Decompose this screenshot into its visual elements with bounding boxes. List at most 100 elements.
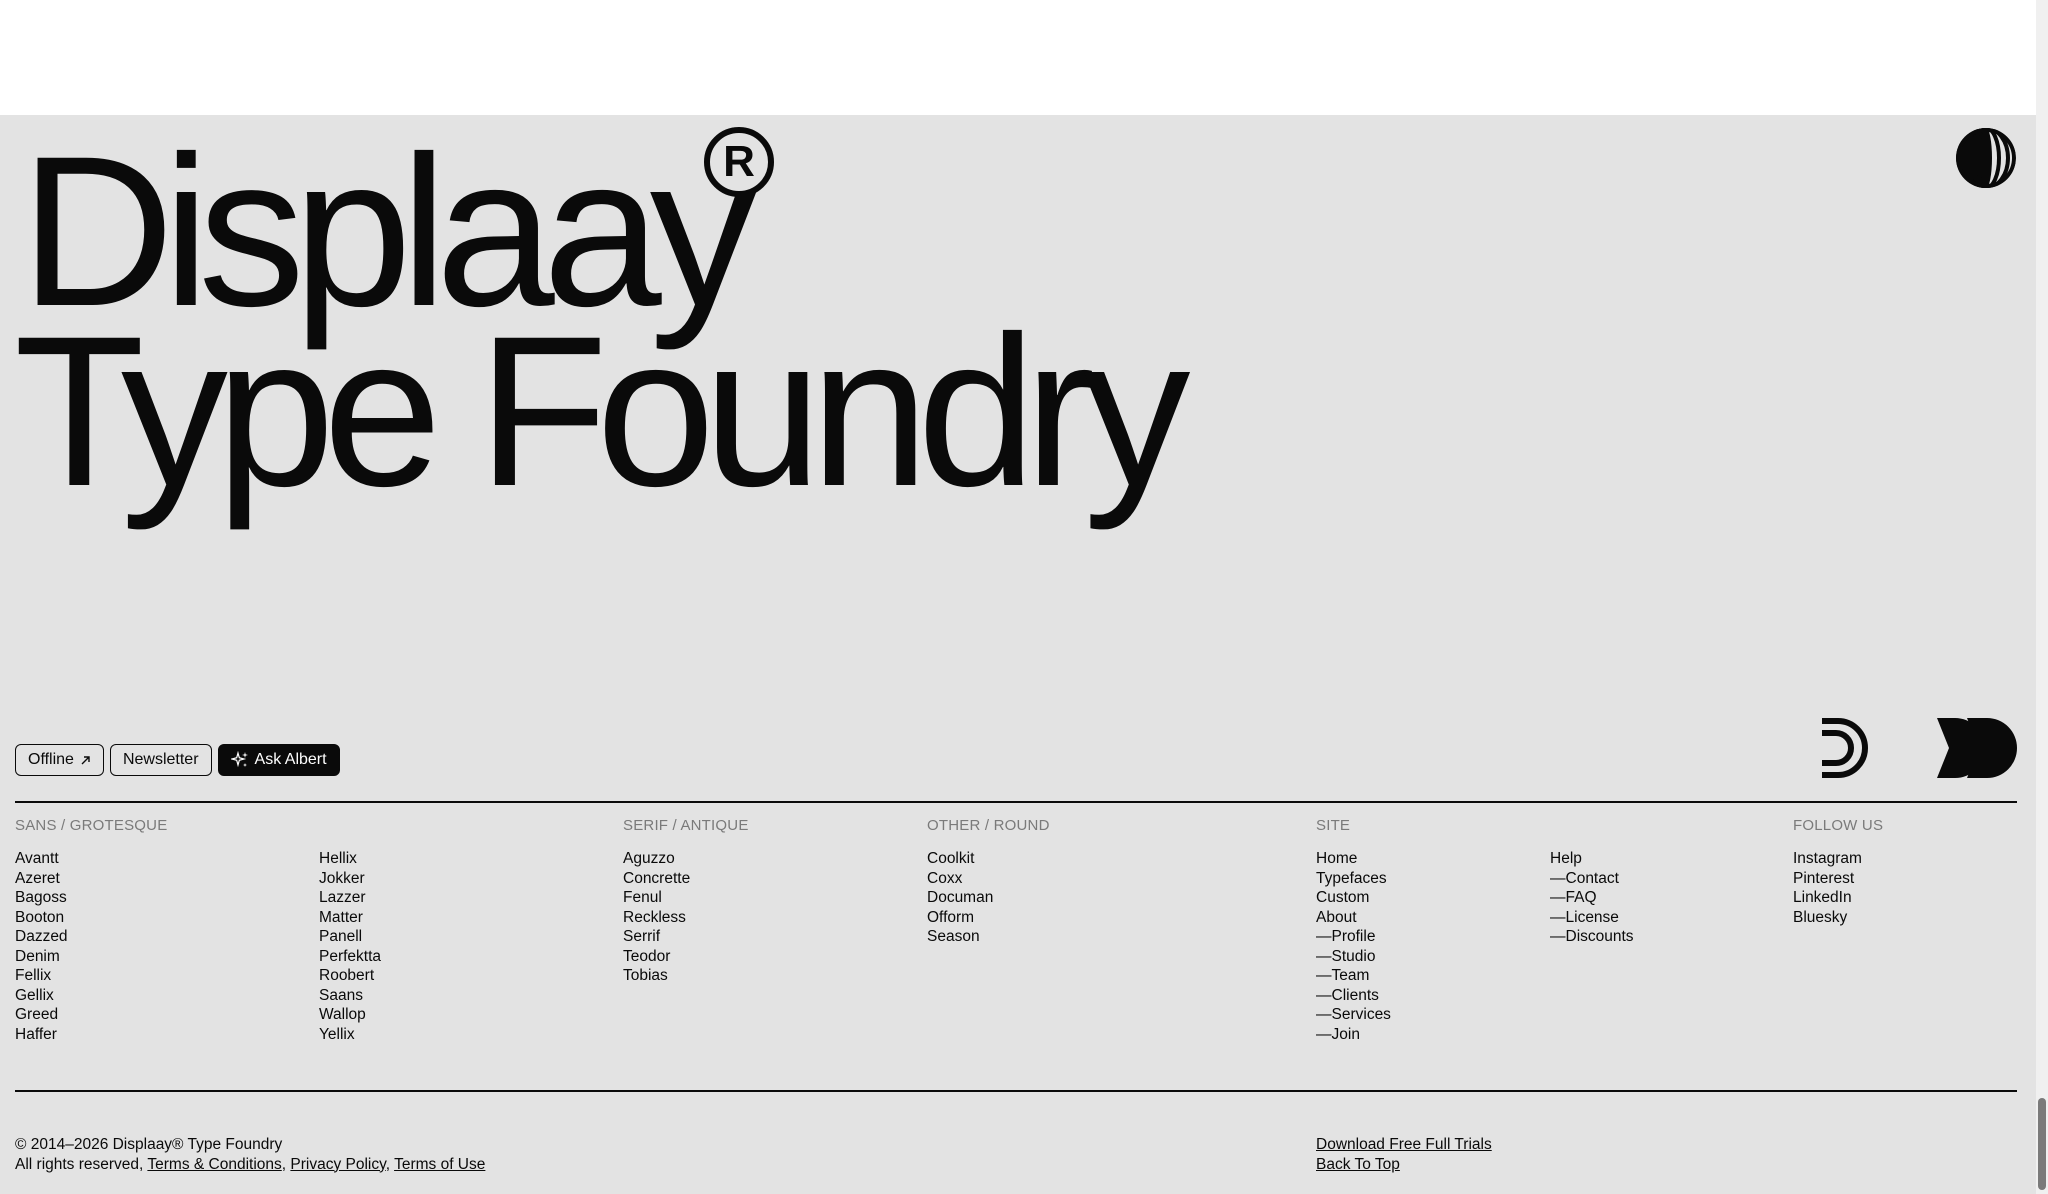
sans-link[interactable]: Dazzed xyxy=(15,927,167,947)
sans-link[interactable]: Gellix xyxy=(15,986,167,1006)
download-trials-link[interactable]: Download Free Full Trials xyxy=(1316,1136,1492,1153)
sans-link[interactable]: Booton xyxy=(15,908,167,928)
site-list-b: Help —Contact —FAQ —License —Discounts xyxy=(1550,849,1634,947)
follow-link[interactable]: Instagram xyxy=(1793,849,1883,869)
other-column: OTHER / ROUND Coolkit Coxx Documan Ofform Se… xyxy=(927,817,1050,963)
serif-link[interactable]: Aguzzo xyxy=(623,849,749,869)
site-link[interactable]: —License xyxy=(1550,908,1634,928)
follow-heading: FOLLOW US xyxy=(1793,817,1884,834)
sans-link[interactable]: Denim xyxy=(15,947,167,967)
site-link[interactable]: —Contact xyxy=(1550,869,1634,889)
follow-link[interactable]: Bluesky xyxy=(1793,908,1883,928)
serif-link[interactable]: Teodor xyxy=(623,947,749,967)
sans-link[interactable]: Wallop xyxy=(319,1005,381,1025)
site-link[interactable]: About xyxy=(1316,908,1391,928)
footer-button-row: Offline Newsletter Ask Albert xyxy=(15,744,340,776)
serif-link[interactable]: Reckless xyxy=(623,908,749,928)
utility-links: Download Free Full Trials Back To Top xyxy=(1316,1135,1492,1174)
serif-column: SERIF / ANTIQUE Aguzzo Concrette Fenul Reck… xyxy=(623,817,749,1002)
displaay-double-d-mark-icon xyxy=(1937,718,2017,778)
rights-text: All rights reserved, xyxy=(15,1155,144,1173)
sans-link[interactable]: Matter xyxy=(319,908,381,928)
newsletter-button-label: Newsletter xyxy=(122,751,199,768)
displaay-circle-logo-icon[interactable] xyxy=(1956,128,2016,188)
other-link[interactable]: Coolkit xyxy=(927,849,1050,869)
offline-button[interactable]: Offline xyxy=(15,744,104,776)
serif-link[interactable]: Fenul xyxy=(623,888,749,908)
sans-link[interactable]: Perfektta xyxy=(319,947,381,967)
legal-links-line: All rights reserved, Terms & Conditions,… xyxy=(15,1155,486,1173)
site-link[interactable]: Typefaces xyxy=(1316,869,1391,889)
sans-link[interactable]: Fellix xyxy=(15,966,167,986)
follow-link[interactable]: LinkedIn xyxy=(1793,888,1883,908)
sans-list-b: Hellix Jokker Lazzer Matter Panell Perfektta R… xyxy=(319,849,381,1044)
newsletter-button[interactable]: Newsletter xyxy=(109,744,212,776)
sans-link[interactable]: Avantt xyxy=(15,849,167,869)
site-column: SITE Home Typefaces Custom About —Profile —St… xyxy=(1316,817,1391,1060)
sans-link[interactable]: Greed xyxy=(15,1005,167,1025)
terms-of-use-link[interactable]: Terms of Use xyxy=(394,1156,485,1173)
terms-conditions-link[interactable]: Terms & Conditions xyxy=(147,1156,281,1173)
site-link[interactable]: —Clients xyxy=(1316,986,1391,1006)
sparkle-icon xyxy=(230,751,248,768)
other-link[interactable]: Ofform xyxy=(927,908,1050,928)
displaay-d-mark-icon xyxy=(1822,718,1868,778)
footer-divider-bottom xyxy=(15,1090,2017,1092)
serif-link[interactable]: Tobias xyxy=(623,966,749,986)
sans-link[interactable]: Lazzer xyxy=(319,888,381,908)
site-link[interactable]: Custom xyxy=(1316,888,1391,908)
page-scrollbar[interactable] xyxy=(2036,0,2048,1194)
back-to-top-link[interactable]: Back To Top xyxy=(1316,1156,1400,1173)
sans-link[interactable]: Yellix xyxy=(319,1025,381,1045)
site-link[interactable]: Help xyxy=(1550,849,1634,869)
sans-column-2: Hellix Jokker Lazzer Matter Panell Perfektta R… xyxy=(319,817,381,1060)
site-footer: Displaay R Type Foundry Offline Newslett… xyxy=(0,115,2036,1194)
serif-list: Aguzzo Concrette Fenul Reckless Serrif Teodor… xyxy=(623,849,749,986)
sans-link[interactable]: Hellix xyxy=(319,849,381,869)
registered-mark-icon: R xyxy=(704,127,774,197)
other-link[interactable]: Documan xyxy=(927,888,1050,908)
site-list-a: Home Typefaces Custom About —Profile —Studio —… xyxy=(1316,849,1391,1044)
sans-column: SANS / GROTESQUE Avantt Azeret Bagoss Booto… xyxy=(15,817,167,1060)
sans-link[interactable]: Jokker xyxy=(319,869,381,889)
serif-link[interactable]: Serrif xyxy=(623,927,749,947)
other-link[interactable]: Coxx xyxy=(927,869,1050,889)
follow-link[interactable]: Pinterest xyxy=(1793,869,1883,889)
other-list: Coolkit Coxx Documan Ofform Season xyxy=(927,849,1050,947)
sans-link[interactable]: Roobert xyxy=(319,966,381,986)
offline-button-label: Offline xyxy=(28,751,74,768)
scrollbar-thumb[interactable] xyxy=(2038,1098,2046,1190)
site-heading: SITE xyxy=(1316,817,1351,834)
site-column-2: Help —Contact —FAQ —License —Discounts xyxy=(1550,817,1634,963)
ask-albert-button[interactable]: Ask Albert xyxy=(217,744,340,776)
sans-link[interactable]: Panell xyxy=(319,927,381,947)
arrow-up-right-icon xyxy=(81,755,90,764)
follow-list: Instagram Pinterest LinkedIn Bluesky xyxy=(1793,849,1883,927)
legal-block: © 2014–2026 Displaay® Type Foundry All r… xyxy=(15,1135,485,1174)
other-heading: OTHER / ROUND xyxy=(927,817,1050,834)
privacy-policy-link[interactable]: Privacy Policy xyxy=(290,1156,385,1173)
sans-link[interactable]: Haffer xyxy=(15,1025,167,1045)
hero-line-2: Type Foundry xyxy=(14,292,1190,531)
site-link[interactable]: —FAQ xyxy=(1550,888,1634,908)
sans-link[interactable]: Saans xyxy=(319,986,381,1006)
site-link[interactable]: —Team xyxy=(1316,966,1391,986)
sans-link[interactable]: Bagoss xyxy=(15,888,167,908)
sans-link[interactable]: Azeret xyxy=(15,869,167,889)
site-link[interactable]: Home xyxy=(1316,849,1391,869)
serif-heading: SERIF / ANTIQUE xyxy=(623,817,749,834)
serif-link[interactable]: Concrette xyxy=(623,869,749,889)
site-link[interactable]: —Services xyxy=(1316,1005,1391,1025)
sans-list-a: Avantt Azeret Bagoss Booton Dazzed Denim Felli… xyxy=(15,849,167,1044)
page-top-area xyxy=(0,0,2036,115)
copyright-text: © 2014–2026 Displaay® Type Foundry xyxy=(15,1136,283,1153)
sans-heading: SANS / GROTESQUE xyxy=(15,817,168,834)
site-link[interactable]: —Discounts xyxy=(1550,927,1634,947)
follow-column: FOLLOW US Instagram Pinterest LinkedIn Blue… xyxy=(1793,817,1883,943)
site-link[interactable]: —Join xyxy=(1316,1025,1391,1045)
other-link[interactable]: Season xyxy=(927,927,1050,947)
ask-albert-button-label: Ask Albert xyxy=(254,751,327,768)
site-link[interactable]: —Profile xyxy=(1316,927,1391,947)
site-link[interactable]: —Studio xyxy=(1316,947,1391,967)
footer-divider-top xyxy=(15,801,2017,803)
